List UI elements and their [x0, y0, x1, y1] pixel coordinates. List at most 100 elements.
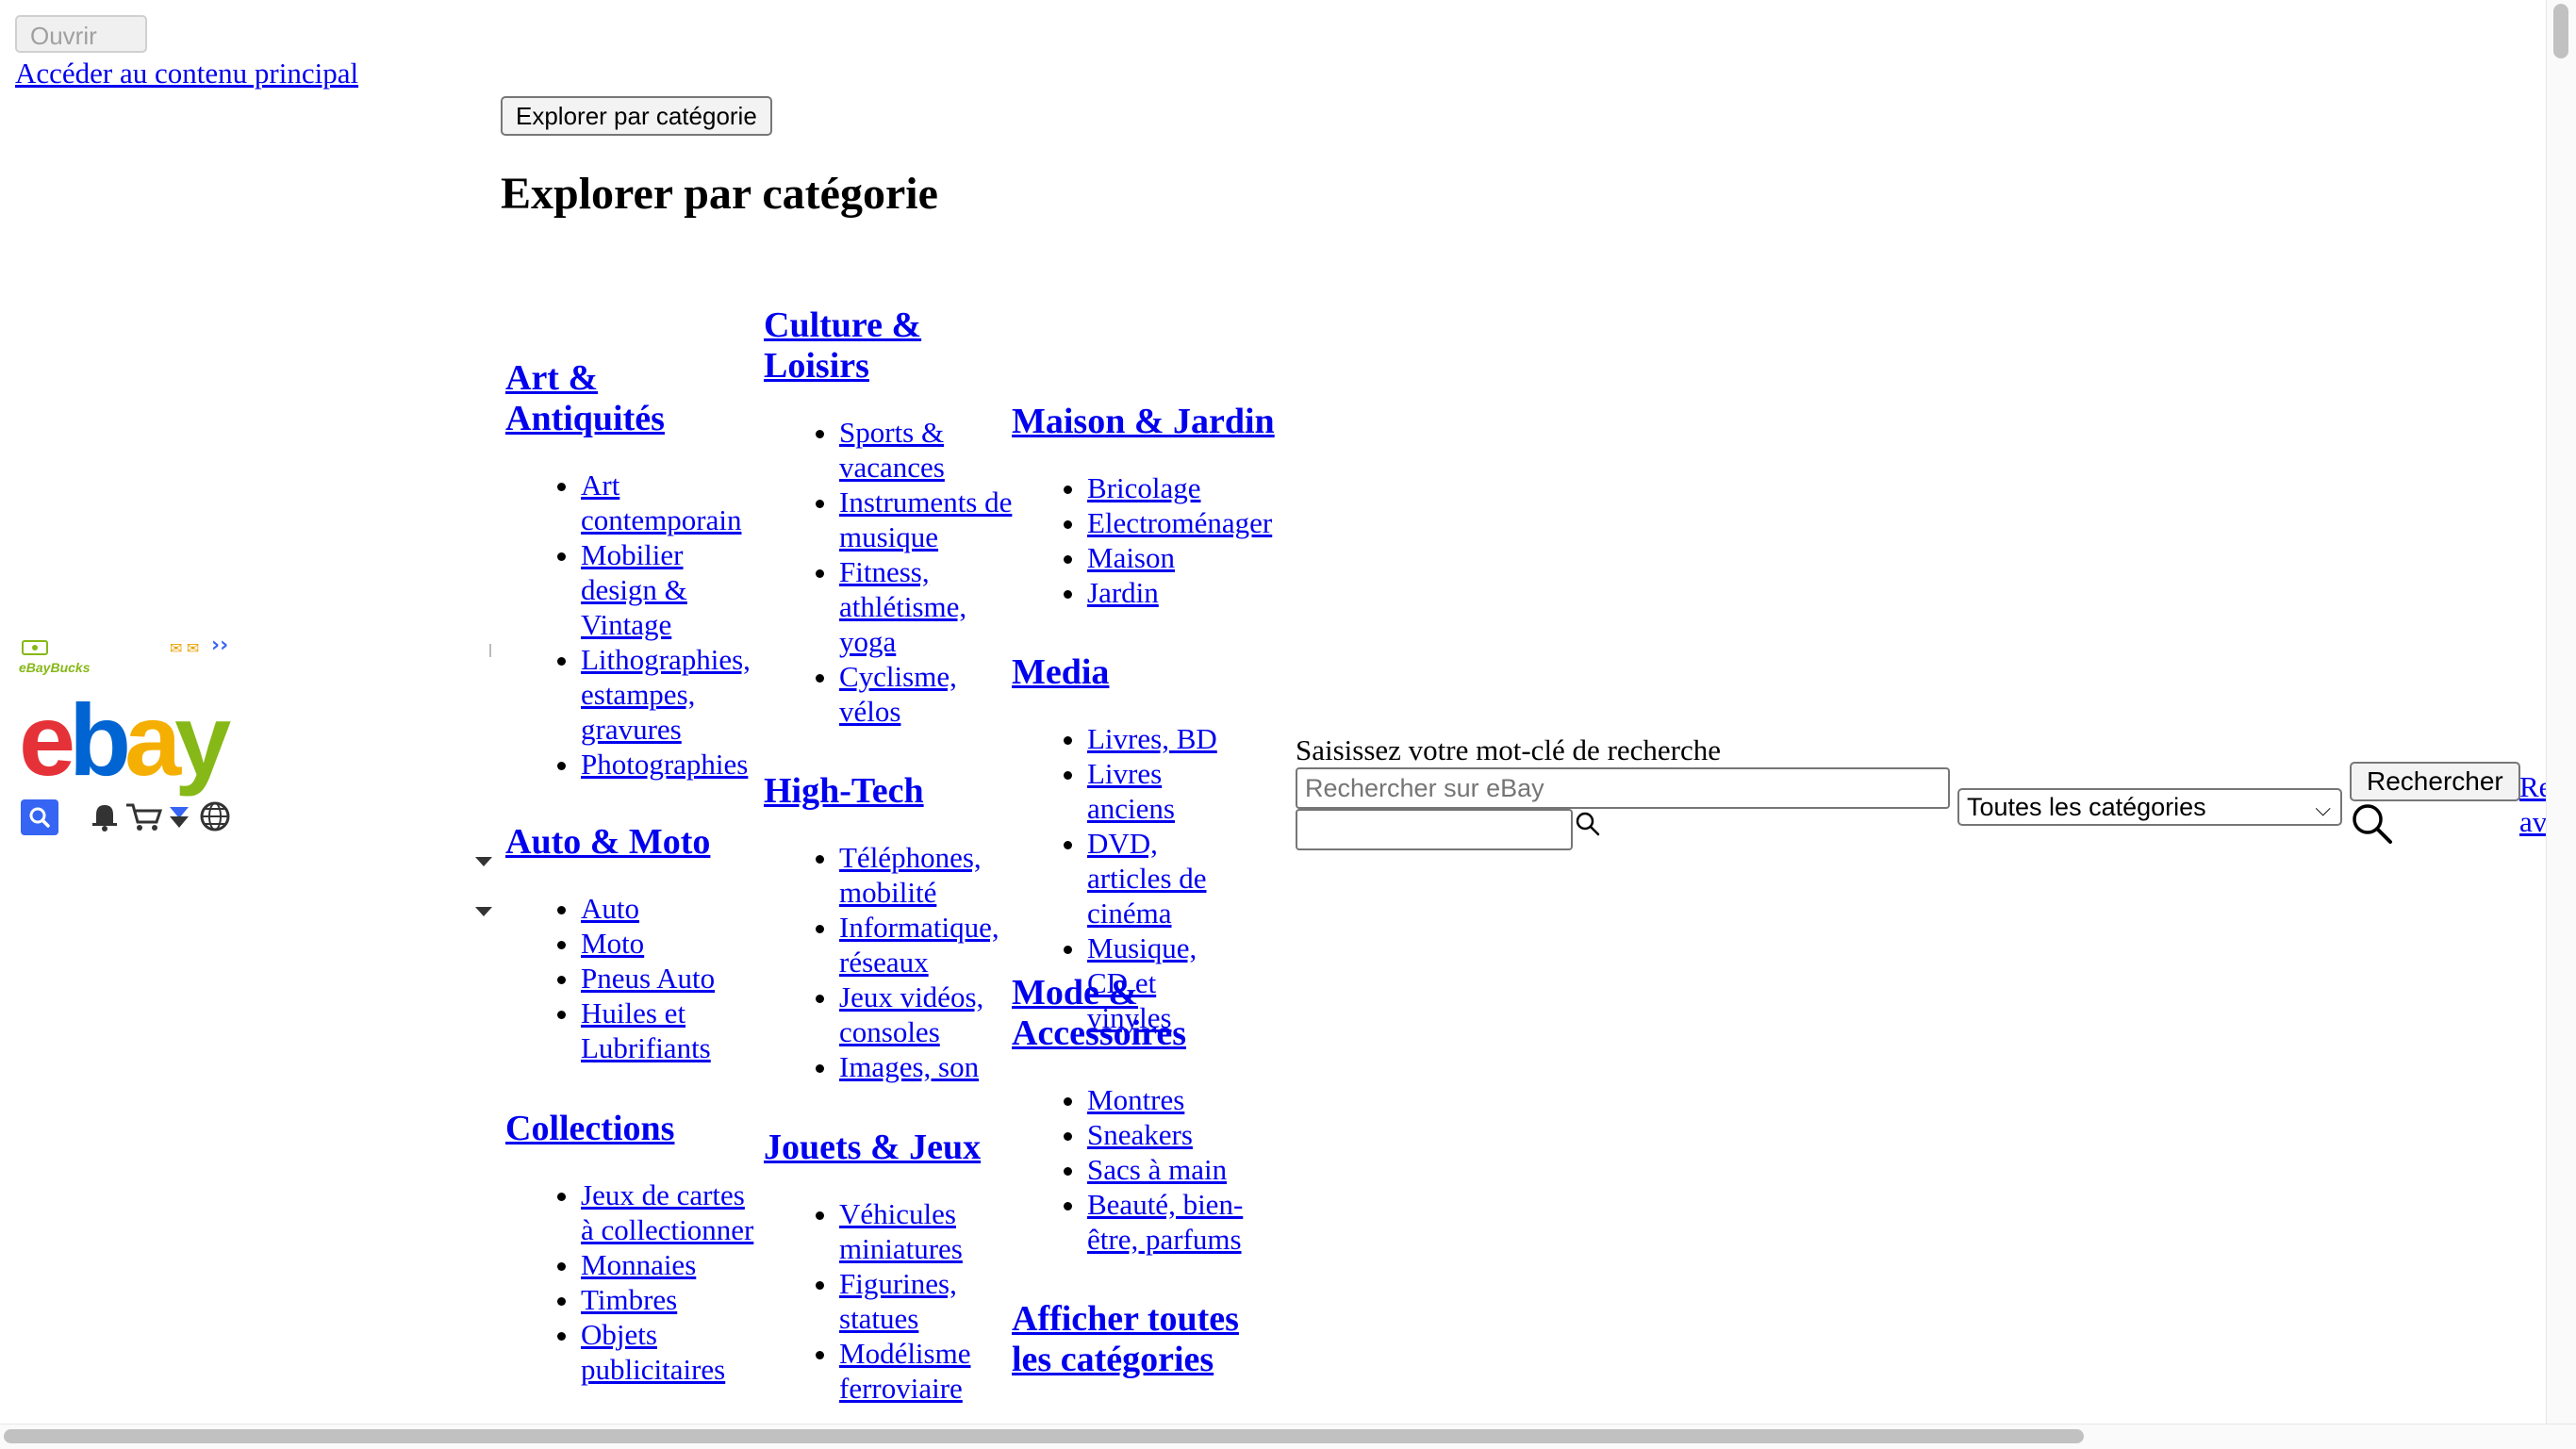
- category-link[interactable]: Modélisme ferroviaire: [839, 1337, 971, 1405]
- category-heading-auto[interactable]: Auto & Moto: [505, 822, 710, 862]
- category-link[interactable]: Informatique, réseaux: [839, 911, 999, 979]
- magnifier-icon[interactable]: [2350, 801, 2395, 847]
- list-item: Mobilier design & Vintage: [581, 537, 760, 642]
- horizontal-scrollbar-thumb[interactable]: [4, 1429, 2084, 1443]
- list-item: Sneakers: [1087, 1117, 1257, 1152]
- list-item: DVD, articles de cinéma: [1087, 826, 1238, 930]
- category-link[interactable]: Images, son: [839, 1050, 979, 1083]
- category-link[interactable]: Moto: [581, 927, 644, 960]
- category-link[interactable]: Photographies: [581, 748, 748, 781]
- skip-to-content-link[interactable]: Accéder au contenu principal: [15, 57, 358, 91]
- category-group-auto: Auto & Moto Auto Moto Pneus Auto Huiles …: [505, 822, 760, 1065]
- category-link[interactable]: Objets publicitaires: [581, 1318, 725, 1386]
- category-heading-culture[interactable]: Culture & Loisirs: [764, 305, 921, 386]
- logo-letter-y: y: [174, 683, 231, 797]
- list-item: Auto: [581, 891, 760, 926]
- category-link[interactable]: Instruments de musique: [839, 486, 1012, 553]
- globe-icon[interactable]: [200, 801, 230, 832]
- category-link[interactable]: Sneakers: [1087, 1118, 1193, 1151]
- category-link[interactable]: Figurines, statues: [839, 1267, 957, 1335]
- category-group-all: Afficher toutes les catégories: [1012, 1299, 1257, 1380]
- ebay-logo[interactable]: ebay: [19, 688, 231, 792]
- list-item: Cyclisme, vélos: [839, 659, 1014, 729]
- list-item: Lithographies, estampes, gravures: [581, 642, 760, 747]
- category-heading-jouets[interactable]: Jouets & Jeux: [764, 1128, 981, 1167]
- bell-icon[interactable]: [92, 805, 117, 832]
- list-item: Jardin: [1087, 575, 1295, 610]
- category-link[interactable]: Jeux vidéos, consoles: [839, 980, 983, 1048]
- vertical-scrollbar-thumb[interactable]: [2553, 4, 2568, 58]
- chevron-right-icon[interactable]: ››: [211, 634, 228, 657]
- category-link[interactable]: Véhicules miniatures: [839, 1197, 963, 1265]
- dropdown-arrow-icon[interactable]: [475, 857, 492, 866]
- category-group-art: Art & Antiquités Art contemporain Mobili…: [505, 358, 760, 782]
- search-icon[interactable]: [21, 799, 58, 835]
- category-link[interactable]: Livres anciens: [1087, 757, 1175, 825]
- category-link[interactable]: Téléphones, mobilité: [839, 841, 982, 909]
- chevron-down-icon[interactable]: [170, 807, 189, 828]
- list-item: Jeux vidéos, consoles: [839, 980, 1014, 1049]
- category-heading-mode[interactable]: Mode & Accessoires: [1012, 973, 1186, 1053]
- search-small-icon[interactable]: [1575, 811, 1601, 837]
- category-link[interactable]: Auto: [581, 892, 639, 925]
- cart-icon[interactable]: [126, 803, 163, 831]
- category-link[interactable]: Pneus Auto: [581, 962, 715, 995]
- list-item: Livres anciens: [1087, 756, 1238, 826]
- list-item: Fitness, athlétisme, yoga: [839, 554, 1014, 659]
- category-link[interactable]: Sports & vacances: [839, 416, 945, 484]
- category-link[interactable]: Fitness, athlétisme, yoga: [839, 555, 966, 658]
- category-link[interactable]: Cyclisme, vélos: [839, 660, 957, 728]
- category-heading-maison[interactable]: Maison & Jardin: [1012, 402, 1275, 441]
- category-group-maison: Maison & Jardin Bricolage Electroménager…: [1012, 402, 1295, 610]
- secondary-input[interactable]: [1296, 809, 1573, 850]
- list-item: Sports & vacances: [839, 415, 1014, 485]
- list-item: Huiles et Lubrifiants: [581, 996, 760, 1065]
- category-link[interactable]: Bricolage: [1087, 471, 1201, 504]
- category-link[interactable]: Timbres: [581, 1283, 677, 1316]
- category-link[interactable]: Jeux de cartes à collectionner: [581, 1178, 753, 1246]
- category-heading-art[interactable]: Art & Antiquités: [505, 358, 665, 438]
- category-select[interactable]: Toutes les catégories ⌵: [1957, 788, 2342, 826]
- list-item: Moto: [581, 926, 760, 961]
- category-link[interactable]: Jardin: [1087, 576, 1159, 609]
- category-link[interactable]: Lithographies, estampes, gravures: [581, 643, 751, 746]
- list-item: Instruments de musique: [839, 485, 1014, 554]
- search-input[interactable]: [1296, 767, 1950, 809]
- divider: [489, 644, 491, 657]
- search-button[interactable]: Rechercher: [2350, 762, 2520, 801]
- category-link[interactable]: Montres: [1087, 1083, 1184, 1116]
- category-heading-hightech[interactable]: High-Tech: [764, 771, 924, 811]
- category-heading-media[interactable]: Media: [1012, 652, 1109, 692]
- list-item: Objets publicitaires: [581, 1317, 760, 1387]
- category-link[interactable]: Huiles et Lubrifiants: [581, 996, 711, 1064]
- category-link[interactable]: DVD, articles de cinéma: [1087, 827, 1207, 930]
- list-item: Art contemporain: [581, 468, 760, 537]
- category-list-auto: Auto Moto Pneus Auto Huiles et Lubrifian…: [505, 891, 760, 1065]
- category-link[interactable]: Sacs à main: [1087, 1153, 1227, 1186]
- open-button[interactable]: Ouvrir: [15, 15, 147, 53]
- promo-icons: ✉ ✉: [170, 641, 200, 657]
- category-list-hightech: Téléphones, mobilité Informatique, résea…: [764, 840, 1014, 1084]
- header-icon-row: [92, 801, 230, 832]
- category-link[interactable]: Electroménager: [1087, 506, 1272, 539]
- list-item: Bricolage: [1087, 470, 1295, 505]
- all-categories-link[interactable]: Afficher toutes les catégories: [1012, 1299, 1239, 1379]
- list-item: Pneus Auto: [581, 961, 760, 996]
- category-link[interactable]: Art contemporain: [581, 469, 741, 536]
- category-link[interactable]: Mobilier design & Vintage: [581, 538, 687, 641]
- category-link[interactable]: Beauté, bien-être, parfums: [1087, 1188, 1243, 1256]
- explore-categories-button[interactable]: Explorer par catégorie: [501, 96, 772, 136]
- category-list-jouets: Véhicules miniatures Figurines, statues …: [764, 1196, 1014, 1406]
- vertical-scrollbar[interactable]: [2546, 0, 2576, 1424]
- category-list-art: Art contemporain Mobilier design & Vinta…: [505, 468, 760, 782]
- category-link[interactable]: Livres, BD: [1087, 722, 1217, 755]
- category-select-value: Toutes les catégories: [1967, 793, 2206, 821]
- category-link[interactable]: Maison: [1087, 541, 1175, 574]
- category-heading-collections[interactable]: Collections: [505, 1109, 674, 1148]
- list-item: Modélisme ferroviaire: [839, 1336, 1014, 1406]
- category-link[interactable]: Monnaies: [581, 1248, 696, 1281]
- list-item: Véhicules miniatures: [839, 1196, 1014, 1266]
- chevron-down-icon: ⌵: [2315, 797, 2331, 820]
- dropdown-arrow-icon[interactable]: [475, 907, 492, 916]
- explore-title: Explorer par catégorie: [501, 169, 938, 219]
